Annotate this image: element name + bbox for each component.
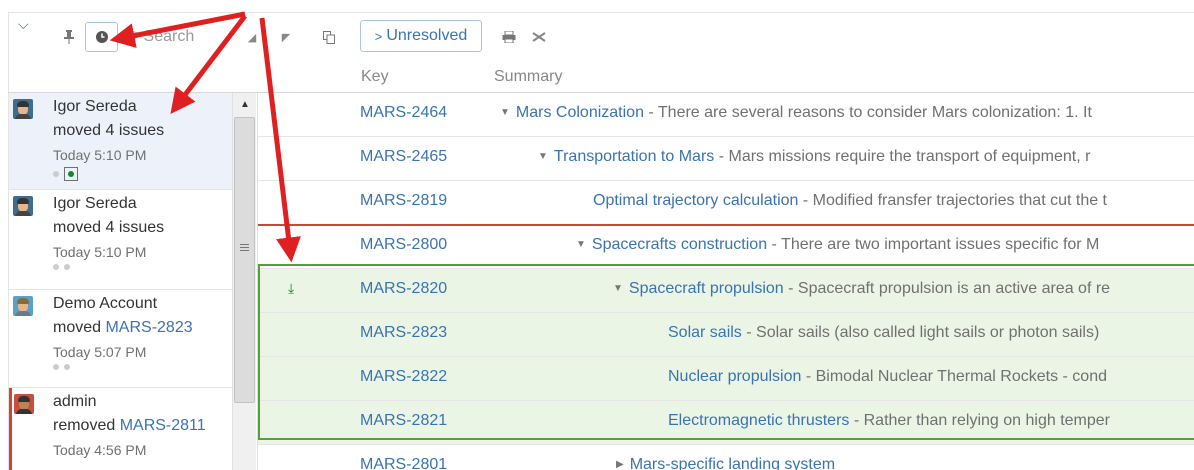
issue-link[interactable]: MARS-2823 — [105, 319, 192, 336]
toolbar-top-border — [8, 12, 1194, 13]
activity-entry[interactable]: Demo Account moved MARS-2823 Today 5:07 … — [9, 290, 232, 388]
activity-time: Today 5:10 PM — [53, 244, 147, 260]
avatar — [13, 196, 33, 216]
issue-grid: MARS-2464 ▼ Mars Colonization - There are… — [258, 93, 1194, 470]
issue-description: Modified fransfer trajectories that cut … — [812, 192, 1107, 209]
column-header-key[interactable]: Key — [361, 62, 389, 92]
issue-summary: ▼ Spacecrafts construction - There are tw… — [576, 236, 1100, 253]
print-icon[interactable] — [500, 22, 518, 52]
issue-description: There are two important issues specific … — [781, 236, 1100, 253]
activity-scrollbar[interactable]: ▲ — [232, 93, 256, 470]
structure-app: ⌵ ⚲ Search ◢ ◤ > Unresolved Key Summary … — [0, 0, 1194, 470]
issue-key[interactable]: MARS-2800 — [360, 236, 447, 254]
activity-action: removed MARS-2811 — [53, 417, 206, 434]
issue-summary: ▼ Transportation to Mars - Mars missions … — [538, 148, 1091, 165]
issue-key[interactable]: MARS-2465 — [360, 148, 447, 166]
issue-summary: ▼ Mars Colonization - There are several r… — [500, 104, 1092, 121]
activity-user: Igor Sereda — [53, 98, 137, 115]
search-placeholder: Search — [143, 28, 195, 45]
issue-link[interactable]: MARS-2811 — [120, 417, 206, 434]
issue-title[interactable]: Mars Colonization — [516, 104, 644, 121]
pager-dot[interactable] — [53, 171, 59, 177]
pager-dot[interactable] — [53, 264, 59, 270]
avatar — [13, 296, 33, 316]
issue-key[interactable]: MARS-2464 — [360, 104, 447, 122]
unresolved-filter-label: Unresolved — [386, 27, 468, 44]
activity-pager — [53, 364, 70, 370]
search-field[interactable]: ⚲ Search — [130, 22, 194, 52]
column-header-summary[interactable]: Summary — [494, 62, 562, 92]
activity-panel: Igor Sereda moved 4 issues Today 5:10 PM… — [9, 93, 232, 470]
issue-key[interactable]: MARS-2801 — [360, 456, 447, 470]
issue-row[interactable]: MARS-2800 ▼ Spacecrafts construction - Th… — [258, 225, 1194, 269]
pager-dot[interactable] — [64, 264, 70, 270]
activity-entry[interactable]: Igor Sereda moved 4 issues Today 5:10 PM — [9, 190, 232, 290]
activity-time: Today 4:56 PM — [53, 442, 147, 458]
activity-pager — [53, 167, 78, 181]
scroll-up-icon[interactable]: ▲ — [233, 93, 257, 115]
issue-description: Mars missions require the transport of e… — [728, 148, 1091, 165]
avatar — [14, 394, 34, 414]
pager-dot[interactable] — [53, 364, 59, 370]
activity-user: admin — [53, 393, 97, 410]
issue-title[interactable]: Spacecrafts construction — [592, 236, 767, 253]
issue-summary: ▶ Mars-specific landing system — [616, 456, 835, 470]
moved-issues-highlight — [258, 264, 1194, 440]
activity-action: moved MARS-2823 — [53, 319, 193, 336]
issue-title[interactable]: Transportation to Mars — [554, 148, 714, 165]
copy-icon[interactable] — [320, 22, 338, 52]
clock-icon — [95, 31, 108, 43]
activity-user: Demo Account — [53, 295, 158, 312]
pager-dot-active[interactable] — [64, 167, 78, 181]
scrollbar-thumb[interactable] — [234, 117, 255, 403]
avatar — [13, 99, 33, 119]
search-icon: ⚲ — [130, 29, 140, 44]
expanded-icon[interactable]: ▼ — [538, 151, 548, 162]
activity-action: moved 4 issues — [53, 219, 165, 236]
issue-row[interactable]: MARS-2465 ▼ Transportation to Mars - Mars… — [258, 137, 1194, 181]
collapsed-icon[interactable]: ▶ — [616, 459, 624, 470]
issue-row[interactable]: MARS-2819 Optimal trajectory calculation… — [258, 181, 1194, 225]
triangle-down-icon[interactable]: ◤ — [278, 22, 294, 52]
issue-description: There are several reasons to consider Ma… — [657, 104, 1092, 121]
chevron-right-icon: > — [374, 28, 383, 44]
expanded-icon[interactable]: ▼ — [576, 239, 586, 250]
issue-title[interactable]: Mars-specific landing system — [630, 456, 835, 470]
activity-time: Today 5:10 PM — [53, 147, 147, 163]
activity-time: Today 5:07 PM — [53, 344, 147, 360]
grip-icon — [240, 242, 249, 253]
unresolved-filter-button[interactable]: > Unresolved — [360, 20, 482, 52]
clock-button[interactable] — [85, 22, 118, 52]
collapse-chevron-icon[interactable]: ⌵ — [18, 16, 29, 33]
pager-dot[interactable] — [64, 364, 70, 370]
issue-row[interactable]: MARS-2464 ▼ Mars Colonization - There are… — [258, 93, 1194, 137]
issue-summary: Optimal trajectory calculation - Modifie… — [593, 192, 1107, 209]
activity-entry[interactable]: admin removed MARS-2811 Today 4:56 PM — [9, 388, 232, 470]
clear-icon[interactable] — [530, 22, 548, 52]
activity-pager — [53, 264, 70, 270]
triangle-up-icon[interactable]: ◢ — [244, 22, 260, 52]
pin-icon[interactable] — [60, 22, 78, 52]
activity-action: moved 4 issues — [53, 122, 165, 139]
activity-user: Igor Sereda — [53, 195, 137, 212]
activity-entry[interactable]: Igor Sereda moved 4 issues Today 5:10 PM — [9, 93, 232, 190]
issue-key[interactable]: MARS-2819 — [360, 192, 447, 210]
issue-title[interactable]: Optimal trajectory calculation — [593, 192, 798, 209]
expanded-icon[interactable]: ▼ — [500, 107, 510, 118]
issue-row[interactable]: MARS-2801 ▶ Mars-specific landing system — [258, 445, 1194, 470]
